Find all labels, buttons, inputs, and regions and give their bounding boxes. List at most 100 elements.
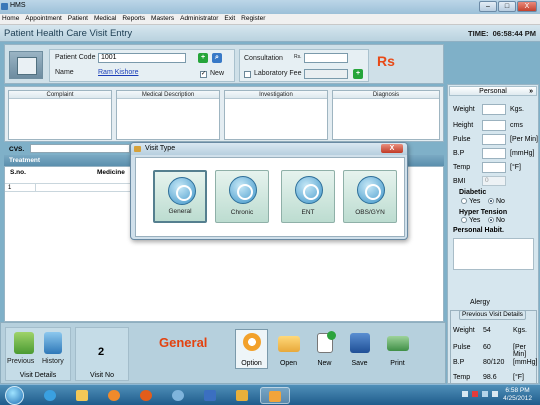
tray-volume-icon[interactable] bbox=[492, 391, 498, 397]
medical-description-box[interactable]: Medical Description bbox=[116, 90, 220, 140]
history-label: History bbox=[42, 358, 64, 365]
visit-type-general-button[interactable]: General bbox=[153, 170, 207, 223]
menu-administrator[interactable]: Administrator bbox=[178, 14, 220, 22]
height-unit: cms bbox=[510, 122, 523, 129]
currency-label: Rs bbox=[377, 53, 395, 69]
consultation-rs-label: Rs. bbox=[294, 54, 302, 60]
taskbar-date: 4/25/2012 bbox=[503, 395, 532, 402]
printer-icon bbox=[387, 336, 409, 351]
patient-photo-icon[interactable] bbox=[9, 51, 43, 79]
print-button[interactable]: Print bbox=[381, 329, 414, 369]
temp-input[interactable] bbox=[482, 162, 506, 173]
hypertension-yes-radio[interactable]: Yes bbox=[461, 217, 480, 224]
complaint-box[interactable]: Complaint bbox=[8, 90, 112, 140]
personal-habit-input[interactable] bbox=[453, 238, 534, 270]
menu-appointment[interactable]: Appointment bbox=[23, 14, 64, 22]
add-lab-fee-icon[interactable]: + bbox=[353, 69, 363, 79]
menu-bar: Home Appointment Patient Medical Reports… bbox=[0, 14, 540, 25]
menu-register[interactable]: Register bbox=[239, 14, 267, 22]
patient-code-input[interactable]: 1001 bbox=[98, 53, 186, 63]
diabetic-label: Diabetic bbox=[459, 189, 487, 196]
new-checkbox[interactable]: ✓ bbox=[200, 71, 207, 78]
prev-pulse-unit: [Per Min] bbox=[513, 344, 527, 358]
visit-type-dialog: Visit Type X General Chronic ENT OBS/GYN bbox=[130, 142, 408, 240]
obs-gyn-icon bbox=[357, 176, 385, 204]
menu-medical[interactable]: Medical bbox=[92, 14, 118, 22]
taskbar-app-icon[interactable] bbox=[164, 387, 192, 404]
taskbar-hms-icon[interactable] bbox=[260, 387, 290, 404]
personal-title-text: Personal bbox=[479, 88, 507, 95]
diabetic-yes-radio[interactable]: Yes bbox=[461, 198, 480, 205]
menu-exit[interactable]: Exit bbox=[222, 14, 237, 22]
pulse-input[interactable] bbox=[482, 134, 506, 145]
personal-panel-title: Personal » bbox=[449, 86, 537, 96]
pulse-label: Pulse bbox=[453, 136, 471, 143]
collapse-chevron-icon[interactable]: » bbox=[529, 87, 533, 96]
new-button[interactable]: New bbox=[308, 329, 341, 369]
taskbar-word-icon[interactable] bbox=[196, 387, 224, 404]
menu-home[interactable]: Home bbox=[0, 14, 21, 22]
visit-type-chronic-button[interactable]: Chronic bbox=[215, 170, 269, 223]
prev-pulse-value: 60 bbox=[483, 344, 491, 351]
temp-unit: [°F] bbox=[510, 164, 521, 171]
taskbar-clock[interactable]: 6:58 PM 4/25/2012 bbox=[503, 387, 532, 403]
hypertension-no-radio[interactable]: No bbox=[488, 217, 505, 224]
option-label: Option bbox=[241, 360, 262, 367]
close-window-button[interactable]: X bbox=[517, 1, 537, 12]
dialog-titlebar: Visit Type X bbox=[131, 143, 407, 155]
general-option-label: General bbox=[168, 208, 192, 215]
new-checkbox-label: New bbox=[210, 70, 225, 77]
taskbar-media-icon[interactable] bbox=[100, 387, 128, 404]
window-title: HMS bbox=[10, 2, 26, 9]
maximize-button[interactable]: □ bbox=[498, 1, 516, 12]
taskbar-paint-icon[interactable] bbox=[228, 387, 256, 404]
ent-option-label: ENT bbox=[301, 209, 315, 216]
table-row[interactable]: 1 bbox=[5, 183, 133, 192]
menu-masters[interactable]: Masters bbox=[149, 14, 176, 22]
prev-bp-value: 80/120 bbox=[483, 359, 505, 366]
dialog-close-button[interactable]: X bbox=[381, 144, 403, 153]
pulse-unit: [Per Min] bbox=[510, 136, 539, 143]
taskbar-explorer-icon[interactable] bbox=[68, 387, 96, 404]
tray-alert-icon[interactable] bbox=[472, 391, 478, 397]
diagnosis-box[interactable]: Diagnosis bbox=[332, 90, 440, 140]
visit-details-label: Visit Details bbox=[19, 372, 57, 379]
patient-code-label: Patient Code bbox=[55, 54, 96, 61]
minimize-button[interactable]: – bbox=[479, 1, 497, 12]
search-patient-icon[interactable]: ⌕ bbox=[212, 53, 222, 63]
cvs-input[interactable] bbox=[30, 144, 130, 153]
personal-habit-label: Personal Habit. bbox=[453, 227, 504, 234]
prev-bp-unit: [mmHg] bbox=[513, 359, 538, 366]
tray-network-icon[interactable] bbox=[482, 391, 488, 397]
fees-box: Consultation Rs. Laboratory Fee + bbox=[239, 49, 369, 82]
open-button[interactable]: Open bbox=[272, 329, 305, 369]
diabetic-no-radio[interactable]: No bbox=[488, 198, 505, 205]
previous-label: Previous bbox=[7, 358, 35, 365]
menu-patient[interactable]: Patient bbox=[66, 14, 90, 22]
medical-description-header: Medical Description bbox=[117, 91, 219, 99]
laboratory-fee-checkbox[interactable] bbox=[244, 71, 251, 78]
visit-type-ent-button[interactable]: ENT bbox=[281, 170, 335, 223]
visit-type-obs-gyn-button[interactable]: OBS/GYN bbox=[343, 170, 397, 223]
investigation-box[interactable]: Investigation bbox=[224, 90, 328, 140]
weight-input[interactable] bbox=[482, 104, 506, 115]
taskbar-firefox-icon[interactable] bbox=[132, 387, 160, 404]
taskbar-ie-icon[interactable] bbox=[36, 387, 64, 404]
history-icon bbox=[44, 332, 62, 354]
consultation-fee-input[interactable] bbox=[304, 53, 348, 63]
start-button-icon[interactable] bbox=[5, 386, 24, 405]
bp-input[interactable] bbox=[482, 148, 506, 159]
tray-flag-icon[interactable] bbox=[462, 391, 468, 397]
option-button[interactable]: Option bbox=[235, 329, 268, 369]
plus-icon bbox=[327, 331, 336, 340]
menu-reports[interactable]: Reports bbox=[120, 14, 147, 22]
hypertension-label: Hyper Tension bbox=[459, 209, 508, 216]
new-label: New bbox=[317, 360, 332, 367]
height-input[interactable] bbox=[482, 120, 506, 131]
prev-weight-value: 54 bbox=[483, 327, 491, 334]
save-button[interactable]: Save bbox=[343, 329, 376, 369]
add-patient-icon[interactable]: + bbox=[198, 53, 208, 63]
laboratory-fee-input[interactable] bbox=[304, 69, 348, 79]
previous-history-tile[interactable]: Previous History Visit Details bbox=[5, 327, 71, 381]
patient-name-link[interactable]: Ram Kishore bbox=[98, 69, 138, 76]
